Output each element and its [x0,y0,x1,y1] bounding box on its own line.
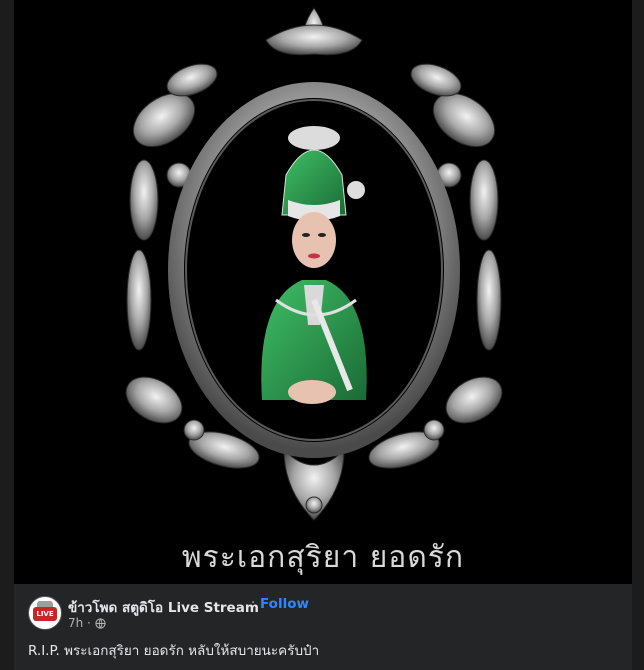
globe-icon [95,617,106,629]
facebook-post: พระเอกสุริยา ยอดรัก LIVE ข้าวโพด สตูดิโอ… [14,0,632,670]
separator-dot: · [251,596,256,611]
post-text: R.I.P. พระเอกสุริยา ยอดรัก หลับให้สบายนะ… [28,643,320,659]
page-name-link[interactable]: ข้าวโพด สตูดิโอ Live Stream [68,596,259,618]
avatar-live-badge: LIVE [33,607,57,621]
post-image[interactable]: พระเอกสุริยา ยอดรัก [14,0,632,584]
page-avatar[interactable]: LIVE [28,596,62,630]
post-footer: LIVE ข้าวโพด สตูดิโอ Live Stream · Follo… [14,584,632,670]
ornate-frame-portrait [125,7,503,521]
post-meta: 7h · [68,616,106,630]
post-timestamp[interactable]: 7h · [68,616,91,630]
image-caption: พระเอกสุริยา ยอดรัก [181,540,465,575]
follow-button[interactable]: Follow [260,596,309,612]
right-edge [632,0,644,670]
